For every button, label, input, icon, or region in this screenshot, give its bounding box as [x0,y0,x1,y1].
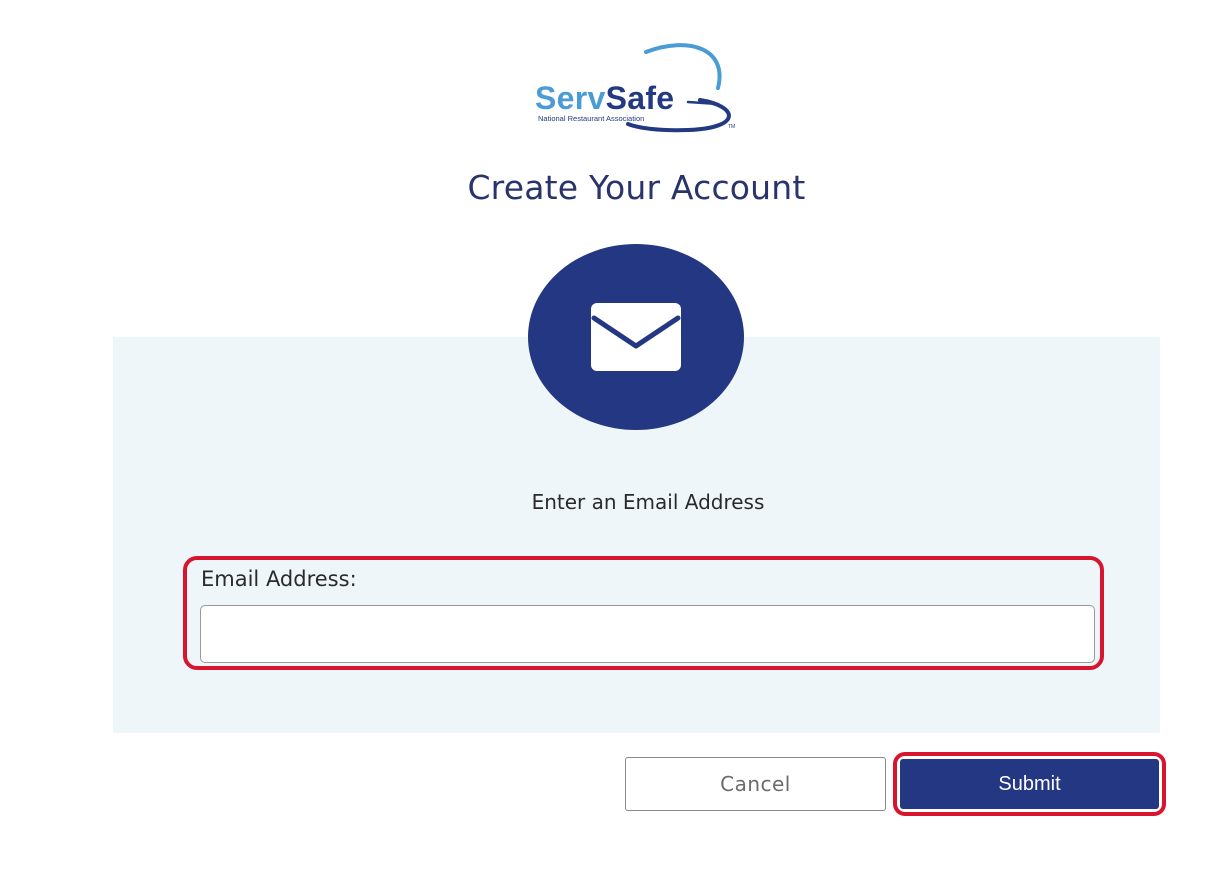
email-prompt: Enter an Email Address [531,490,765,514]
logo-subtitle: National Restaurant Association [538,114,645,123]
servsafe-logo: ServSafe National Restaurant Association… [528,38,743,136]
cancel-button[interactable]: Cancel [625,757,886,811]
page-title: Create Your Account [467,168,806,207]
logo-wordmark: ServSafe [535,82,674,114]
submit-button[interactable]: Submit [900,759,1159,809]
envelope-icon [591,303,681,371]
envelope-badge [528,244,744,430]
logo-serv: Serv [535,80,606,116]
create-account-page: ServSafe National Restaurant Association… [0,0,1213,880]
logo-trademark: TM [728,124,736,130]
email-input[interactable] [200,605,1095,663]
logo-safe: Safe [605,80,675,116]
email-label: Email Address: [201,567,357,591]
